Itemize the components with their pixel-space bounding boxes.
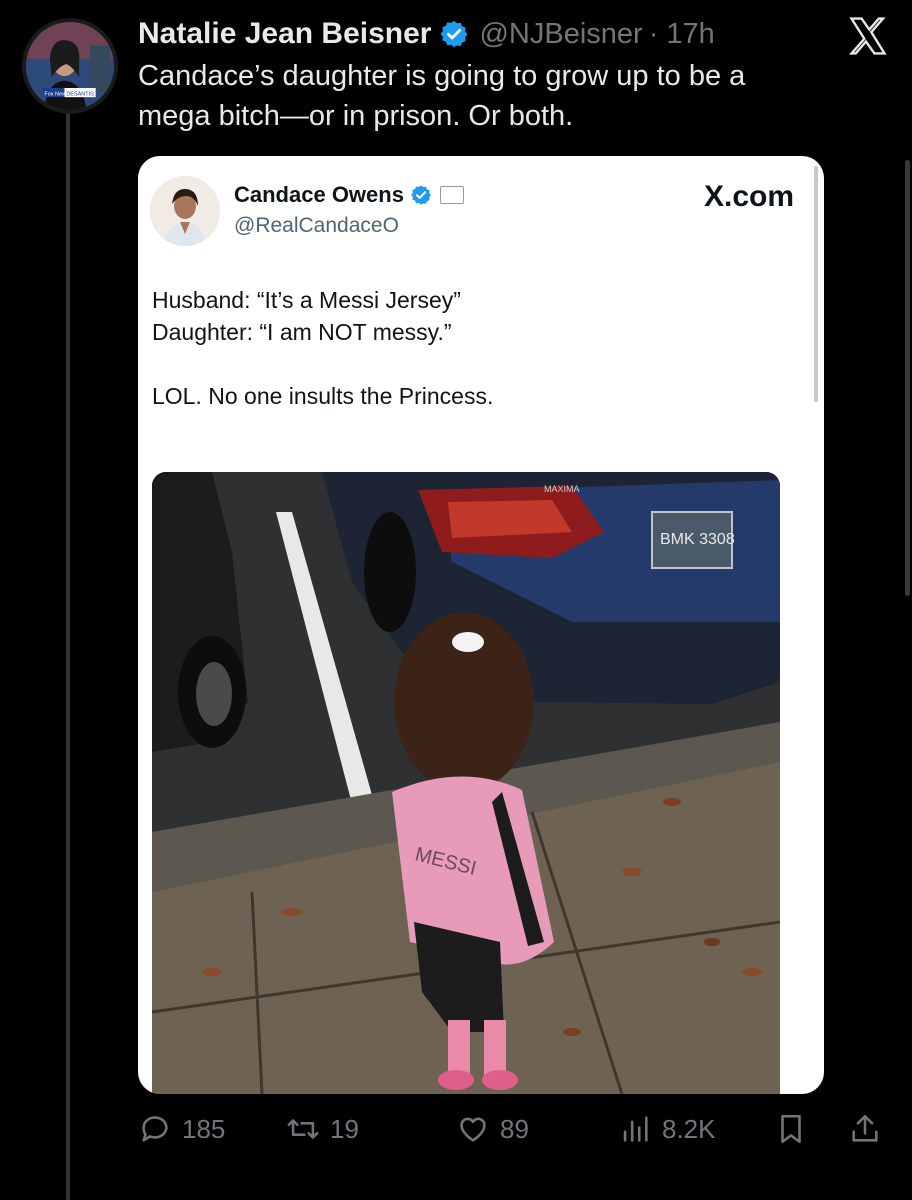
quoted-author-handle: @RealCandaceO (234, 214, 399, 237)
reply-button[interactable]: 185 (138, 1112, 225, 1146)
quoted-profile-photo-icon (150, 176, 220, 246)
author-display-name[interactable]: Natalie Jean Beisner (138, 17, 431, 51)
tweet-action-bar: 185 19 89 8.2K (0, 1112, 912, 1156)
quoted-text-line: LOL. No one insults the Princess. (152, 383, 494, 409)
quoted-tweet-text: Husband: “It’s a Messi Jersey” Daughter:… (152, 284, 493, 412)
share-icon (852, 1114, 878, 1142)
profile-photo-icon: Fox News DESANTIS (26, 22, 114, 110)
like-button[interactable]: 89 (456, 1112, 529, 1146)
affiliation-badge-icon (439, 186, 464, 204)
car-badge-text: MAXIMA (544, 484, 580, 494)
views-button[interactable]: 8.2K (618, 1112, 716, 1146)
quoted-photo: BMK 3308 MAXIMA MESSI (152, 472, 780, 1094)
repost-icon (287, 1119, 319, 1139)
verified-badge-icon (440, 20, 468, 48)
views-chart-icon (623, 1116, 648, 1142)
x-logo-icon (848, 17, 887, 55)
avatar-overlay-text: DESANTIS (66, 91, 94, 97)
tweet-text: Candace’s daughter is going to grow up t… (138, 56, 868, 136)
author-handle[interactable]: @NJBeisner (479, 18, 642, 51)
page-scrollbar[interactable] (905, 160, 910, 596)
quoted-text-line: Husband: “It’s a Messi Jersey” (152, 287, 461, 313)
verified-badge-icon (411, 185, 431, 205)
heart-icon (460, 1117, 486, 1142)
repost-button[interactable]: 19 (286, 1112, 359, 1146)
quoted-site-label: X.com (703, 180, 794, 213)
quoted-author-display-name: Candace Owens (234, 182, 404, 207)
bookmark-icon (781, 1114, 801, 1144)
repost-count: 19 (330, 1113, 359, 1144)
tweet-text-line: mega bitch—or in prison. Or both. (138, 100, 574, 132)
tweet-header: Natalie Jean Beisner @NJBeisner · 17h (138, 12, 715, 56)
tweet-text-line: Candace’s daughter is going to grow up t… (138, 60, 746, 92)
quoted-text-line (152, 348, 493, 380)
reply-count: 185 (182, 1113, 226, 1144)
tweet-timestamp[interactable]: · 17h (649, 18, 715, 51)
quoted-author-name-row: Candace Owens (234, 182, 464, 208)
parking-lot-photo: BMK 3308 MAXIMA MESSI (152, 472, 780, 1094)
like-count: 89 (500, 1113, 529, 1144)
quoted-tweet-image[interactable]: Candace Owens @RealCandaceO X.com Husban… (138, 156, 824, 1094)
views-count: 8.2K (662, 1113, 716, 1144)
thread-line (66, 112, 70, 1200)
card-scrollbar (814, 166, 818, 402)
author-avatar[interactable]: Fox News DESANTIS (22, 18, 118, 114)
quoted-text-line: Daughter: “I am NOT messy.” (152, 319, 452, 345)
bookmark-button[interactable] (774, 1112, 808, 1146)
quoted-author-avatar (150, 176, 220, 246)
share-button[interactable] (848, 1112, 882, 1146)
reply-icon (142, 1116, 168, 1142)
license-plate-text: BMK 3308 (660, 531, 735, 548)
